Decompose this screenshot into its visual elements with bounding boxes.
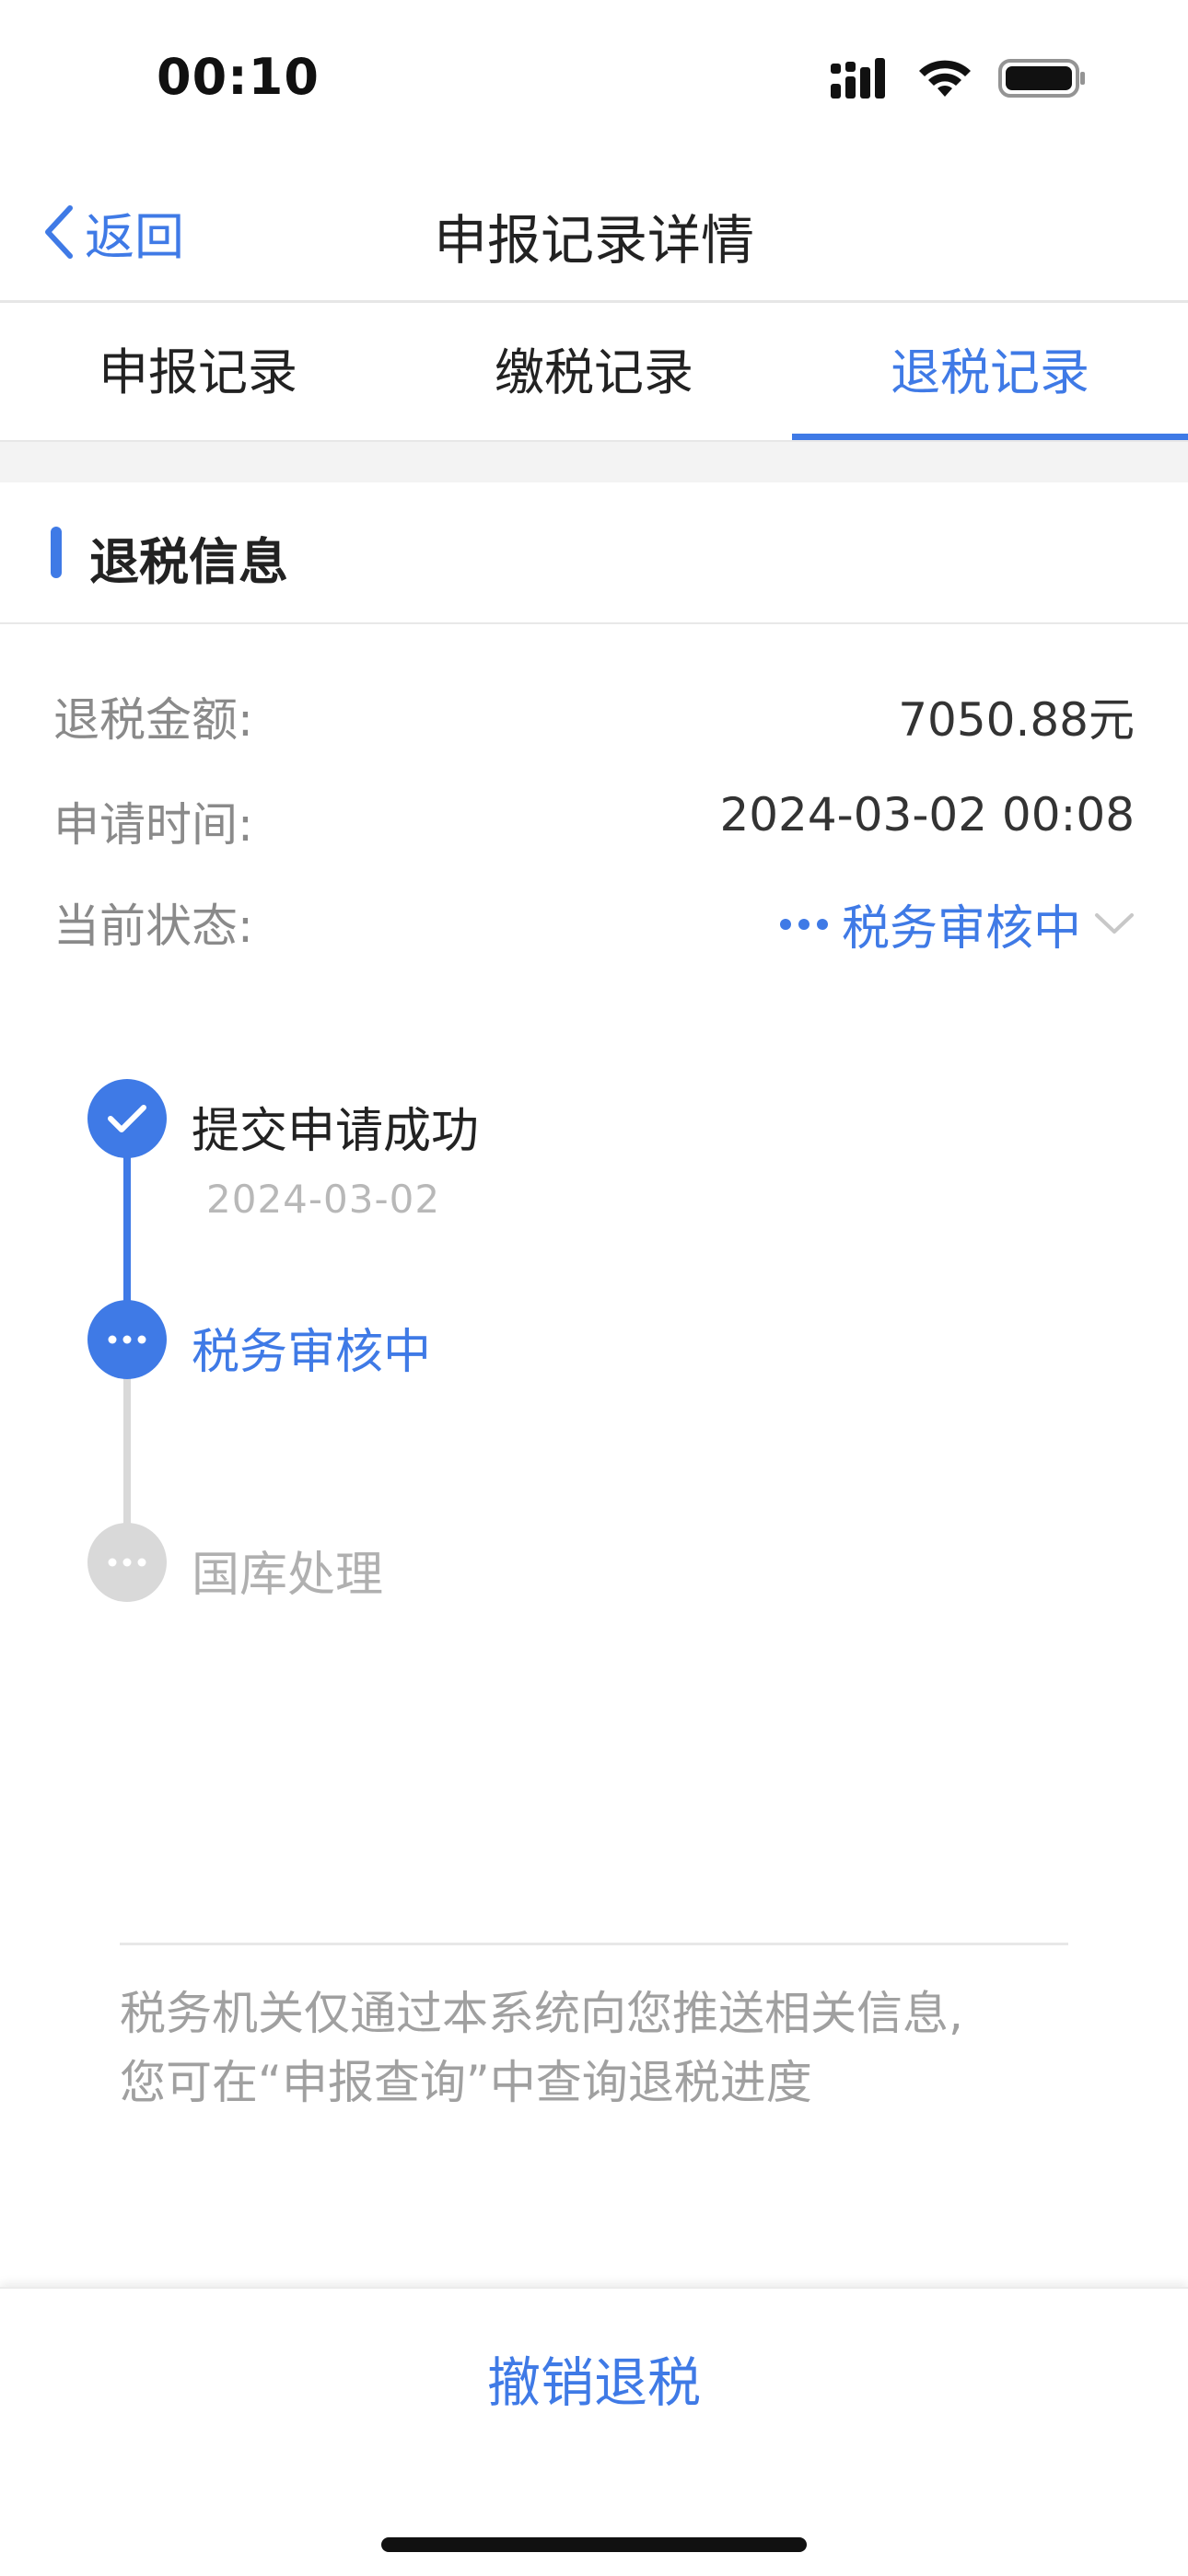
check-icon	[108, 1105, 146, 1132]
bottom-action-bar	[0, 2287, 1188, 2576]
tab-payment-records[interactable]: 缴税记录	[396, 304, 792, 435]
refund-amount-label: 退税金额:	[53, 693, 253, 747]
ellipsis-icon	[108, 1558, 146, 1567]
refund-amount-value: 7050.88元	[898, 693, 1135, 747]
current-status-label: 当前状态:	[53, 899, 253, 953]
timeline-step-3-title: 国库处理	[192, 1548, 384, 1603]
apply-time-label: 申请时间:	[53, 798, 253, 852]
current-status-toggle[interactable]: 税务审核中	[779, 889, 1135, 958]
section-accent-bar	[51, 527, 62, 578]
timeline-step-done-dot	[87, 1079, 167, 1158]
nav-divider	[0, 300, 1188, 303]
info-note-line-1: 税务机关仅通过本系统向您推送相关信息,	[120, 1987, 963, 2040]
cancel-refund-button[interactable]: 撤销退税	[0, 2338, 1188, 2418]
timeline-step-1-title: 提交申请成功	[192, 1104, 480, 1159]
section-gap	[0, 440, 1188, 482]
section-title: 退税信息	[89, 533, 288, 591]
timeline-step-current-dot	[87, 1300, 167, 1379]
page-title: 申报记录详情	[433, 209, 754, 272]
tab-refund-records[interactable]: 退税记录	[792, 304, 1188, 442]
note-divider	[120, 1943, 1068, 1945]
info-note-line-2: 您可在“申报查询”中查询退税进度	[120, 2056, 812, 2109]
ellipsis-icon	[108, 1335, 146, 1344]
status-icons	[831, 55, 1087, 101]
timeline-line-done	[123, 1142, 131, 1326]
section-divider	[0, 622, 1188, 624]
timeline-step-1-date: 2024-03-02	[206, 1177, 441, 1222]
ellipsis-icon	[779, 918, 828, 930]
apply-time-value: 2024-03-02 00:08	[719, 788, 1135, 841]
status-time: 00:10	[157, 48, 320, 106]
info-note: 税务机关仅通过本系统向您推送相关信息, 您可在“申报查询”中查询退税进度	[120, 1979, 1087, 2118]
battery-icon	[998, 59, 1085, 98]
timeline-step-pending-dot	[87, 1523, 167, 1602]
timeline-step-2-title: 税务审核中	[192, 1325, 432, 1380]
tab-bar: 申报记录 缴税记录 退税记录	[0, 304, 1188, 442]
wifi-icon	[919, 60, 971, 97]
chevron-down-icon	[1095, 912, 1134, 934]
tab-declaration-records[interactable]: 申报记录	[0, 304, 396, 435]
signal-icon	[831, 58, 885, 99]
current-status-value: 税务审核中	[841, 901, 1081, 957]
home-indicator[interactable]	[381, 2537, 807, 2552]
